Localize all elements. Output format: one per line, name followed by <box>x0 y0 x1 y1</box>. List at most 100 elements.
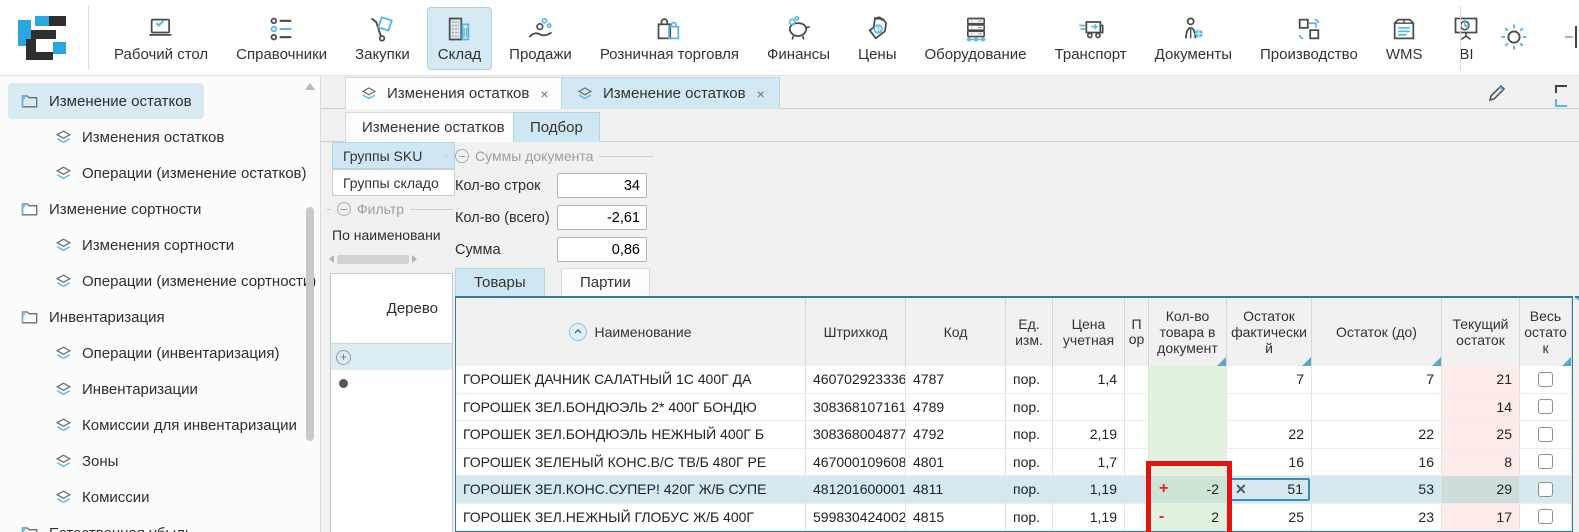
cell-qty[interactable] <box>1149 394 1227 422</box>
cell-before[interactable]: 22 <box>1312 421 1442 449</box>
sidebar-item-izmenenie-sortnosti[interactable]: Изменение сортности <box>8 191 213 227</box>
cell-p[interactable] <box>1125 504 1149 532</box>
cell-name[interactable]: ГОРОШЕК ЗЕЛ.НЕЖНЫЙ ГЛОБУС Ж/Б 400Г <box>456 504 806 532</box>
cell-qty[interactable]: -2 <box>1149 504 1227 532</box>
all-stock-checkbox[interactable] <box>1538 399 1553 414</box>
cell-p[interactable] <box>1125 394 1149 422</box>
tab-izmenenie-ostatkov[interactable]: Изменение остатков <box>345 112 522 142</box>
toolbar-item-prices[interactable]: Цены <box>847 7 908 70</box>
all-stock-checkbox[interactable] <box>1538 454 1553 469</box>
cell-price[interactable]: 2,19 <box>1053 421 1125 449</box>
toolbar-item-sales[interactable]: Продажи <box>498 7 583 70</box>
cell-unit[interactable]: пор. <box>1006 449 1053 477</box>
tab-tovary[interactable]: Товары <box>455 268 545 296</box>
rows-count-input[interactable] <box>557 173 647 198</box>
sidebar-item-izmeneniya-ostatkov[interactable]: Изменения остатков <box>42 119 236 155</box>
tree-node-row[interactable] <box>331 370 452 396</box>
collapse-icon[interactable] <box>337 202 351 216</box>
tab-warehouse-groups[interactable]: Группы складо <box>332 169 455 196</box>
toolbar-item-warehouse[interactable]: Склад <box>427 7 492 70</box>
column-header-price[interactable]: Цена учетная <box>1053 298 1125 366</box>
column-header-fact[interactable]: Остаток фактический <box>1227 298 1312 366</box>
doc-tab-izmenenie-ostatkov[interactable]: Изменение остатков × <box>561 77 780 109</box>
cell-p[interactable] <box>1125 476 1149 504</box>
cell-current[interactable]: 21 <box>1442 366 1520 394</box>
column-header-qty[interactable]: Кол-во товара в документ <box>1149 298 1227 366</box>
close-tab-icon[interactable]: × <box>757 86 765 102</box>
column-header-unit[interactable]: Ед. изм. <box>1006 298 1053 366</box>
sidebar-item-inventarizacii[interactable]: Инвентаризации <box>42 371 210 407</box>
toolbar-item-bi[interactable]: BI <box>1439 7 1493 70</box>
cell-name[interactable]: ГОРОШЕК ЗЕЛЕНЫЙ КОНС.В/С ТВ/Б 480Г РЕ <box>456 449 806 477</box>
sort-ascending-icon[interactable] <box>569 323 587 341</box>
cell-before[interactable]: 53 <box>1312 476 1442 504</box>
tab-sku-groups[interactable]: Группы SKU <box>332 142 455 169</box>
sum-input[interactable] <box>557 237 647 262</box>
cell-fact[interactable]: 7 <box>1227 366 1312 394</box>
sidebar-item-komissii-dlya-inventarizacii[interactable]: Комиссии для инвентаризации <box>42 407 309 443</box>
total-qty-input[interactable] <box>557 205 647 230</box>
cell-unit[interactable]: пор. <box>1006 394 1053 422</box>
cell-code[interactable]: 4815 <box>906 504 1006 532</box>
toolbar-item-documents[interactable]: Документы <box>1144 7 1243 70</box>
cell-before[interactable] <box>1312 394 1442 422</box>
cell-code[interactable]: 4789 <box>906 394 1006 422</box>
cell-current[interactable]: 8 <box>1442 449 1520 477</box>
cell-current[interactable]: 17 <box>1442 504 1520 532</box>
toolbar-item-references[interactable]: Справочники <box>225 7 338 70</box>
cell-current[interactable]: 25 <box>1442 421 1520 449</box>
cell-unit[interactable]: пор. <box>1006 366 1053 394</box>
expand-plus-icon[interactable]: + <box>336 350 351 365</box>
sidebar-item-operacii-izmenenie-ostatkov[interactable]: Операции (изменение остатков) <box>42 155 319 191</box>
cell-before[interactable]: 16 <box>1312 449 1442 477</box>
cell-price[interactable]: 1,7 <box>1053 449 1125 477</box>
cell-unit[interactable]: пор. <box>1006 476 1053 504</box>
cell-code[interactable]: 4801 <box>906 449 1006 477</box>
filter-horizontal-scrollbar[interactable] <box>329 253 451 265</box>
tab-podbor[interactable]: Подбор <box>513 112 600 142</box>
cell-barcode[interactable]: 4607029233363 <box>806 366 906 394</box>
cell-code[interactable]: 4792 <box>906 421 1006 449</box>
cell-fact[interactable] <box>1227 394 1312 422</box>
all-stock-checkbox[interactable] <box>1538 427 1553 442</box>
cell-code[interactable]: 4787 <box>906 366 1006 394</box>
sidebar-item-inventarizaciya[interactable]: Инвентаризация <box>8 299 177 335</box>
toolbar-item-finance[interactable]: Финансы <box>756 7 841 70</box>
pin-panel-icon[interactable] <box>1565 24 1579 50</box>
tab-partii[interactable]: Партии <box>561 268 650 296</box>
scrollbar-thumb[interactable] <box>337 255 409 264</box>
cell-price[interactable] <box>1053 394 1125 422</box>
cell-barcode[interactable]: 4812016000013 <box>806 476 906 504</box>
column-header-all-stock[interactable]: Весь остаток <box>1520 298 1572 366</box>
toolbar-item-wms[interactable]: WMS <box>1375 7 1434 70</box>
cell-barcode[interactable]: 3083680048774 <box>806 421 906 449</box>
cell-qty[interactable] <box>1149 366 1227 394</box>
cell-fact[interactable]: 16 <box>1227 449 1312 477</box>
sidebar-item-izmeneniya-sortnosti[interactable]: Изменения сортности <box>42 227 246 263</box>
toolbar-item-transport[interactable]: Транспорт <box>1044 7 1138 70</box>
cell-editor[interactable]: ✕ 51 <box>1228 478 1310 501</box>
cell-p[interactable] <box>1125 449 1149 477</box>
toolbar-item-purchases[interactable]: Закупки <box>344 7 421 70</box>
sidebar-item-estestvennaya-ubyl[interactable]: Естественная убыль <box>8 515 205 532</box>
cell-qty[interactable]: +-2 <box>1149 476 1227 504</box>
cell-qty[interactable] <box>1149 449 1227 477</box>
column-header-before[interactable]: Остаток (до) <box>1312 298 1442 366</box>
theme-toggle-button[interactable] <box>1499 22 1529 57</box>
cell-fact[interactable]: 25 <box>1227 504 1312 532</box>
cell-code[interactable]: 4811 <box>906 476 1006 504</box>
cell-p[interactable] <box>1125 366 1149 394</box>
scroll-up-arrow-icon[interactable] <box>305 83 315 90</box>
column-header-code[interactable]: Код <box>906 298 1006 366</box>
toolbar-item-production[interactable]: Производство <box>1249 7 1369 70</box>
all-stock-checkbox[interactable] <box>1538 372 1553 387</box>
doc-tab-izmeneniya-ostatkov[interactable]: Изменения остатков × <box>345 77 564 109</box>
cell-unit[interactable]: пор. <box>1006 421 1053 449</box>
cell-barcode[interactable]: 3083681071610 <box>806 394 906 422</box>
sidebar-item-komissii[interactable]: Комиссии <box>42 479 162 515</box>
toolbar-item-retail[interactable]: Розничная торговля <box>589 7 750 70</box>
cell-price[interactable]: 1,4 <box>1053 366 1125 394</box>
cell-barcode[interactable]: 4670001096089 <box>806 449 906 477</box>
cell-name[interactable]: ГОРОШЕК ЗЕЛ.БОНДЮЭЛЬ 2* 400Г БОНДЮ <box>456 394 806 422</box>
tree-node-expand-row[interactable]: + <box>331 344 452 370</box>
